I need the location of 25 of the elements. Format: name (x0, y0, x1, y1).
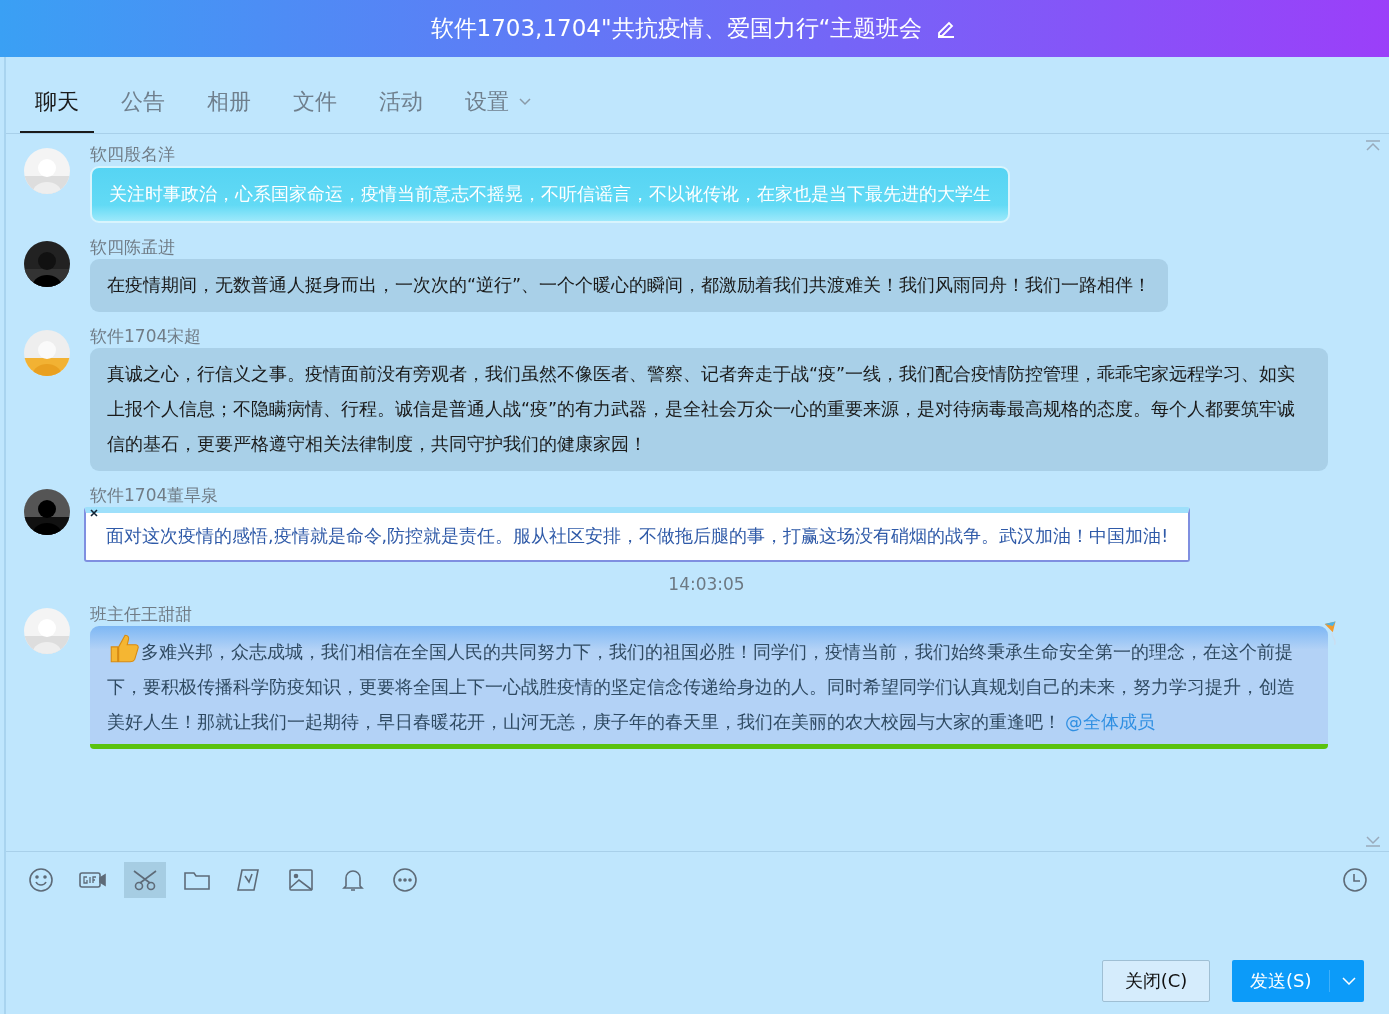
sender-name: 班主任王甜甜 (90, 604, 192, 624)
tab[interactable]: 文件 (278, 87, 352, 133)
scissors-icon[interactable] (124, 862, 166, 898)
sender-name: 软件1704董旱泉 (90, 485, 219, 505)
timestamp: 14:03:05 (667, 574, 746, 594)
message-text: 真诚之心，行信义之事。疫情面前没有旁观者，我们虽然不像医者、警察、记者奔走于战“疫”一线，我们配合疫情防控管理，乖乖宅家远程学习、如实上报个人信息；不隐瞒病情、行程。诚信是普通人战“疫”的有力武器，是全社会万众一心的重要来源，是对待病毒最高规格的态度。每个人都要筑牢诚信的基石，更要严格遵守相关法律制度，共同守护我们的健康家园！ (107, 363, 1297, 456)
message-text: 在疫情期间，无数普通人挺身而出，一次次的“逆行”、一个个暖心的瞬间，都激励着我们共渡难关！我们风雨同舟！我们一路相伴！ (107, 274, 1152, 297)
window-title: 软件1703,1704"共抗疫情、爱国力行“主题班会 (430, 14, 923, 43)
tab[interactable]: 设置 (450, 87, 546, 133)
tab[interactable]: 活动 (364, 87, 438, 133)
sender-name: 软四殷名洋 (90, 144, 175, 164)
close-button[interactable]: 关闭(C) (1102, 960, 1210, 1002)
close-icon (90, 509, 98, 517)
message-text: 多难兴邦，众志成城，我们相信在全国人民的共同努力下，我们的祖国必胜！同学们，疫情当前，我们始终秉承生命安全第一的理念，在这个前提下，要积极传播科学防疫知识，更要将全国上下一心战胜疫情的坚定信念传递给身边的人。同时希望同学们认真规划自己的未来，努力学习提升，创造美好人生！那就让我们一起期待，早日春暖花开，山河无恙，庚子年的春天里，我们在美丽的农大校园与大家的重逢吧！ @全体成员 (107, 632, 1311, 740)
mention-link[interactable]: @全体成员 (1065, 712, 1155, 732)
chevron-down-icon[interactable] (1342, 977, 1357, 985)
sender-name: 软件1704宋超 (90, 326, 202, 346)
tab[interactable]: 聊天 (20, 87, 94, 133)
tab[interactable]: 公告 (106, 87, 180, 133)
message-text: 关注时事政治，心系国家命运，疫情当前意志不摇晃，不听信谣言，不以讹传讹，在家也是当下最先进的大学生 (109, 183, 991, 206)
send-button[interactable]: 发送(S) (1232, 960, 1364, 1002)
message-text: 面对这次疫情的感悟,疫情就是命令,防控就是责任。服从社区安排，不做拖后腿的事，打赢这场没有硝烟的战争。武汉加油！中国加油! (106, 525, 1169, 548)
history-icon[interactable] (1341, 866, 1369, 894)
sender-name: 软四陈孟进 (90, 237, 175, 257)
tab[interactable]: 相册 (192, 87, 266, 133)
